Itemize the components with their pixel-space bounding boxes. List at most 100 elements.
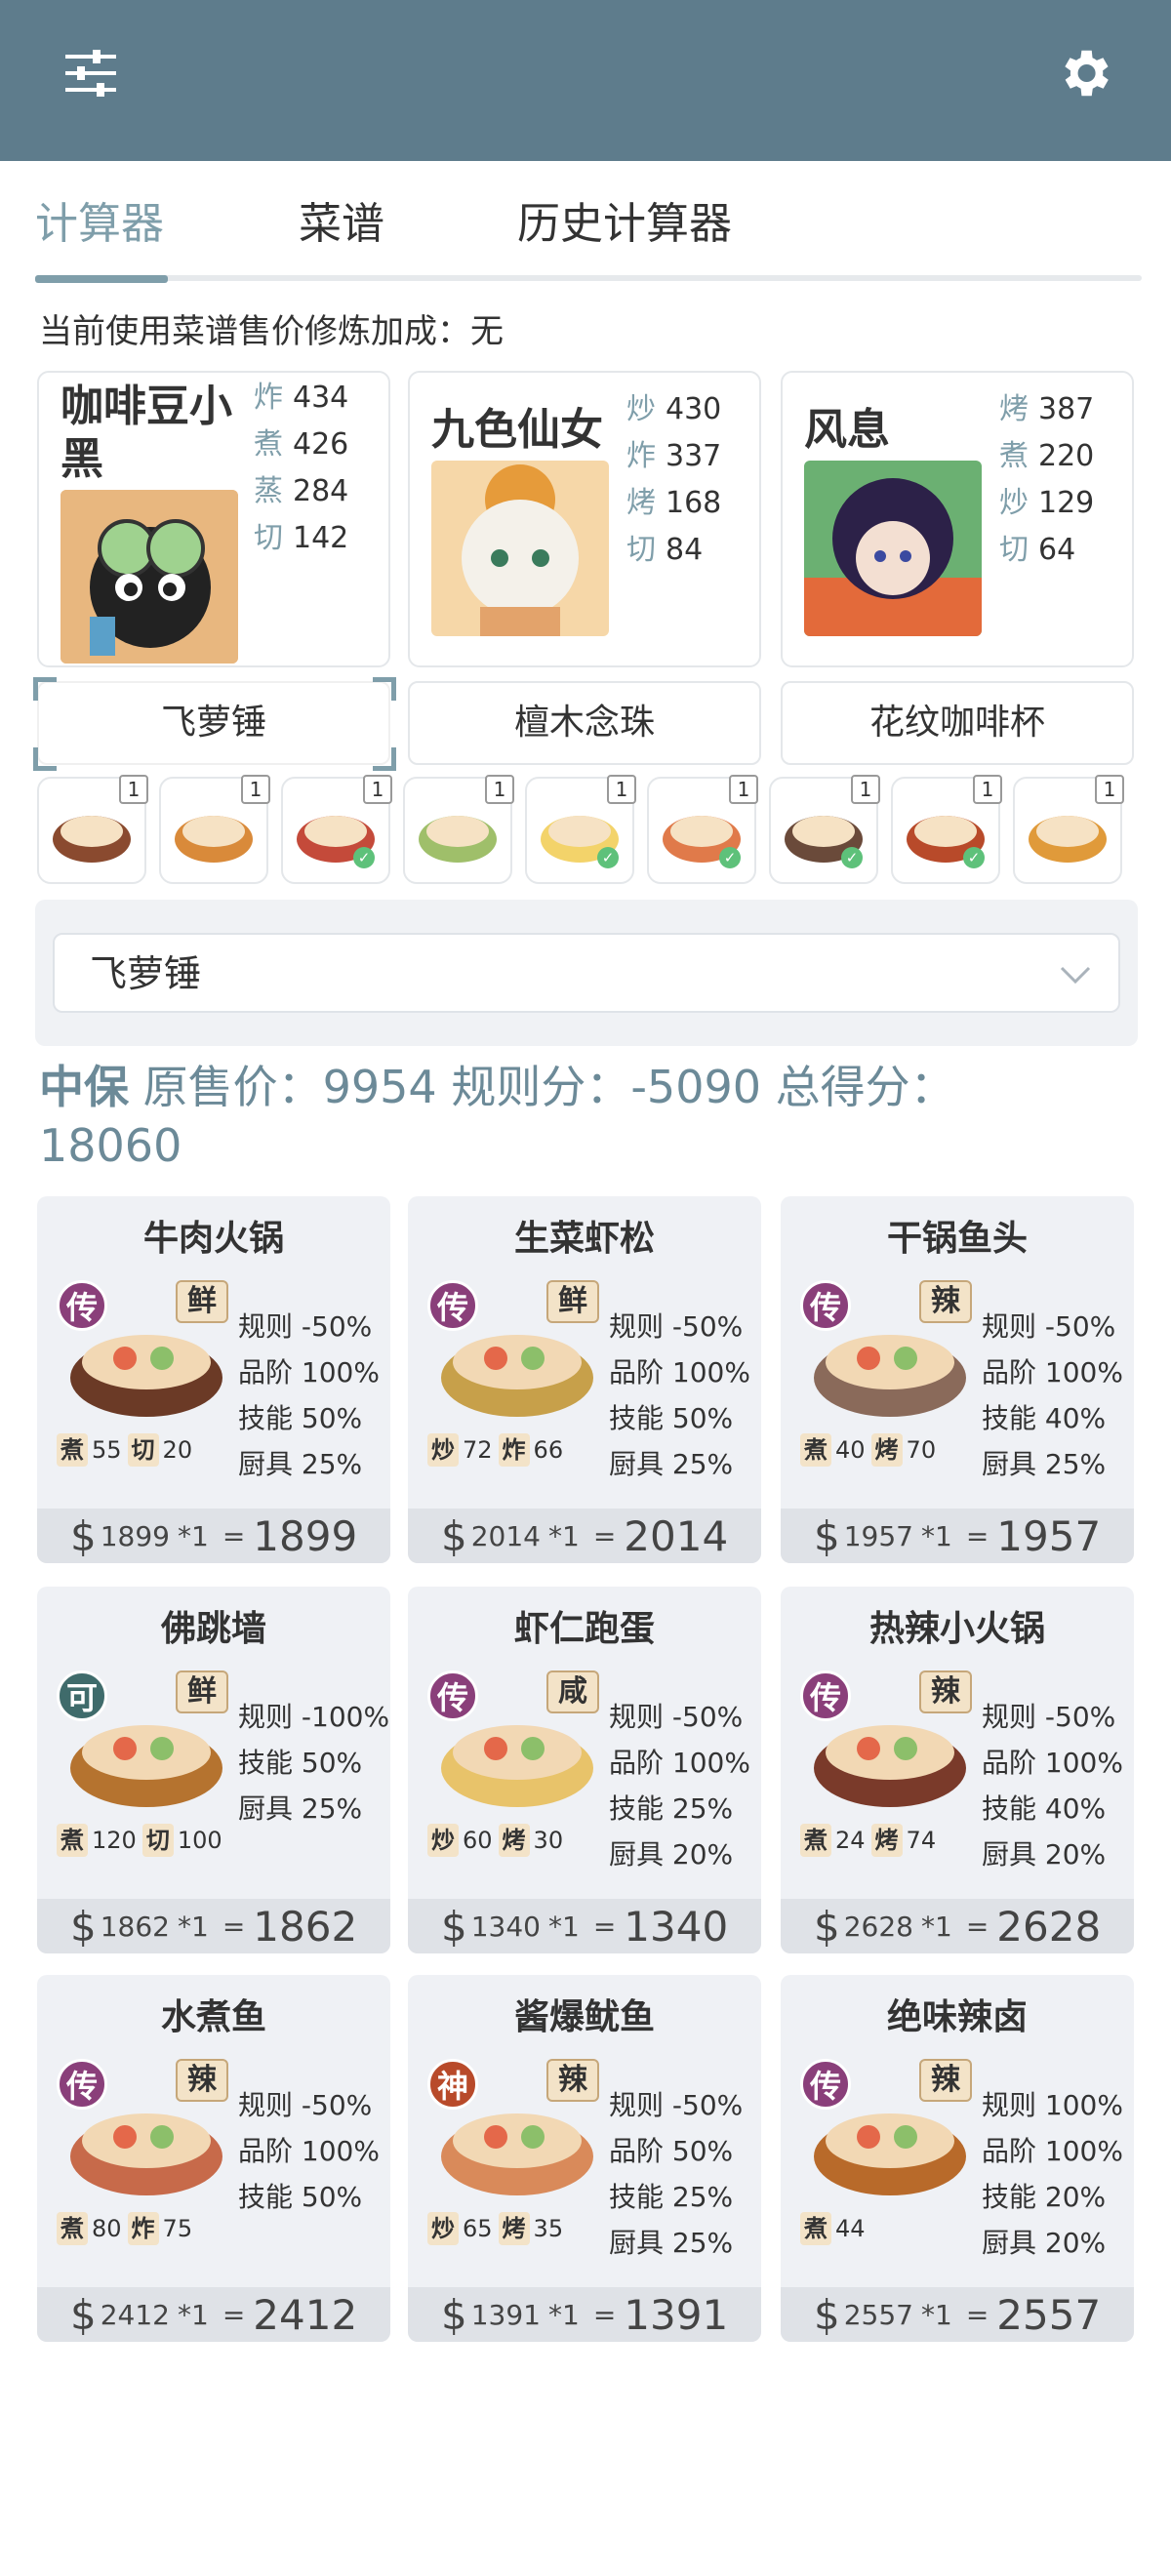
dish-thumbnail[interactable]: 1	[37, 775, 148, 884]
price-bar: $2014 *1 = 2014	[408, 1509, 761, 1563]
score-summary: 中保 原售价：9954 规则分：-5090 总得分： 18060	[39, 1058, 1142, 1175]
rarity-badge: 神	[427, 2059, 478, 2110]
dish-thumbnail[interactable]: 1 ✓	[769, 775, 880, 884]
chef-card[interactable]: 风息 烤 387 煮 220 炒 129 切 64	[781, 371, 1134, 667]
skill-requirement: 炒 65	[427, 2209, 493, 2248]
original-price-value: 9954	[322, 1061, 437, 1113]
equipment-dropdown[interactable]: 飞萝锤	[53, 933, 1120, 1013]
chef-avatar	[61, 490, 238, 664]
dish-name: 牛肉火锅	[142, 1219, 284, 1259]
modifier-list: 规则 100% 品阶 100% 技能 20% 厨具 20%	[982, 2082, 1123, 2266]
flavor-badge: 辣	[919, 1670, 972, 1713]
sliders-icon[interactable]	[59, 41, 123, 105]
dish-total: 1340	[624, 1902, 729, 1951]
skill-requirements: 煮 120 切 100	[57, 1821, 222, 1860]
check-icon: ✓	[841, 847, 863, 868]
dish-thumbnail[interactable]: 1 ✓	[281, 775, 392, 884]
check-icon: ✓	[719, 847, 741, 868]
modifier-line: 厨具 25%	[238, 1448, 363, 1480]
tab-recipes[interactable]: 菜谱	[299, 185, 384, 263]
dish-card[interactable]: 热辣小火锅传 辣规则 -50% 品阶 100% 技能 40% 厨具 20% 煮 24 烤 74 $…	[781, 1587, 1134, 1953]
quantity-badge: 1	[1095, 775, 1124, 804]
total-score-value: 18060	[39, 1119, 182, 1172]
equals-sign: =	[965, 1910, 989, 1943]
rarity-badge: 传	[57, 1280, 107, 1331]
equipment-slot-selected[interactable]: 飞萝锤	[37, 681, 390, 765]
chef-card[interactable]: 九色仙女 炒 430 炸 337 烤 168 切 84	[408, 371, 761, 667]
price-bar: $1862 *1 = 1862	[37, 1899, 390, 1953]
tab-active-indicator	[35, 275, 168, 283]
rarity-badge: 传	[57, 2059, 107, 2110]
dish-total: 2628	[996, 1902, 1102, 1951]
dish-thumbnail[interactable]: 1	[403, 775, 514, 884]
tab-history-calculator[interactable]: 历史计算器	[517, 185, 732, 263]
modifier-line: 厨具 25%	[609, 1448, 734, 1480]
skill-requirement: 炒 72	[427, 1430, 493, 1469]
quantity: *1	[921, 1910, 952, 1943]
dish-card[interactable]: 牛肉火锅传 鲜规则 -50% 品阶 100% 技能 50% 厨具 25% 煮 55 切 20 $1…	[37, 1196, 390, 1563]
quantity: *1	[178, 2298, 209, 2331]
modifier-line: 品阶 100%	[982, 2135, 1123, 2167]
skill-requirements: 炒 60 烤 30	[427, 1821, 563, 1860]
dish-name: 虾仁跑蛋	[513, 1609, 655, 1649]
gear-icon[interactable]	[1050, 39, 1118, 107]
unit-price: 1391	[470, 2298, 541, 2331]
check-icon: ✓	[597, 847, 619, 868]
skill-requirement: 烤 74	[870, 1821, 936, 1860]
dollar-icon: $	[70, 1902, 97, 1951]
flavor-badge: 辣	[546, 2059, 599, 2102]
modifier-line: 品阶 100%	[609, 1747, 750, 1779]
equals-sign: =	[222, 1910, 246, 1943]
dish-thumbnail[interactable]: 1 ✓	[525, 775, 636, 884]
rarity-badge: 传	[427, 1280, 478, 1331]
flavor-badge: 鲜	[176, 1670, 228, 1713]
modifier-line: 品阶 100%	[238, 1356, 380, 1389]
dish-card[interactable]: 生菜虾松传 鲜规则 -50% 品阶 100% 技能 50% 厨具 25% 炒 72 炸 66 $2…	[408, 1196, 761, 1563]
equipment-slot[interactable]: 花纹咖啡杯	[781, 681, 1134, 765]
dollar-icon: $	[70, 1511, 97, 1560]
dish-card[interactable]: 虾仁跑蛋传 咸规则 -50% 品阶 100% 技能 25% 厨具 20% 炒 60 烤 30 $1…	[408, 1587, 761, 1953]
modifier-line: 品阶 50%	[609, 2135, 734, 2167]
chef-name: 风息	[804, 405, 890, 455]
skill-requirement: 煮 44	[800, 2209, 866, 2248]
price-bar: $2412 *1 = 2412	[37, 2287, 390, 2342]
chef-card[interactable]: 咖啡豆小黑 炸 434 煮 426 蒸 284 切 142	[37, 371, 390, 667]
modifier-line: 技能 50%	[238, 1402, 363, 1434]
skill-requirements: 煮 55 切 20	[57, 1430, 192, 1469]
modifier-line: 厨具 25%	[238, 1792, 363, 1825]
tab-calculator[interactable]: 计算器	[35, 185, 164, 263]
original-price-label: 原售价：	[142, 1061, 323, 1113]
dish-thumbnail[interactable]: 1 ✓	[891, 775, 1002, 884]
quantity-badge: 1	[485, 775, 514, 804]
modifier-line: 品阶 100%	[238, 2135, 380, 2167]
dish-card[interactable]: 水煮鱼传辣规则 -50% 品阶 100% 技能 50% 煮 80 炸 75 $2412 *1 = 2…	[37, 1975, 390, 2342]
dish-thumbnail[interactable]: 1	[159, 775, 270, 884]
skill-requirement: 切 100	[141, 1821, 222, 1860]
modifier-line: 品阶 100%	[982, 1747, 1123, 1779]
skill-requirement: 煮 24	[800, 1821, 866, 1860]
equipment-slot[interactable]: 檀木念珠	[408, 681, 761, 765]
modifier-line: 品阶 100%	[982, 1356, 1123, 1389]
total-score-label: 总得分：	[775, 1061, 955, 1113]
quantity: *1	[548, 1519, 580, 1552]
dish-thumbnail[interactable]: 1 ✓	[647, 775, 758, 884]
chevron-down-icon	[1058, 956, 1093, 995]
dish-card[interactable]: 酱爆鱿鱼神 辣规则 -50% 品阶 50% 技能 25% 厨具 25% 炒 65 烤 35 $13…	[408, 1975, 761, 2342]
dish-card[interactable]: 绝味辣卤传 辣规则 100% 品阶 100% 技能 20% 厨具 20% 煮 44 $2557…	[781, 1975, 1134, 2342]
selection-corner	[33, 747, 57, 771]
dish-card[interactable]: 佛跳墙可鲜规则 -100% 技能 50% 厨具 25% 煮 120 切 100 $1862 *1…	[37, 1587, 390, 1953]
quantity-badge: 1	[119, 775, 148, 804]
rarity-badge: 传	[800, 1670, 851, 1721]
modifier-line: 规则 -50%	[982, 1310, 1116, 1343]
chef-avatar	[431, 461, 609, 636]
skill-requirements: 炒 72 炸 66	[427, 1430, 563, 1469]
dish-card[interactable]: 干锅鱼头传 辣规则 -50% 品阶 100% 技能 40% 厨具 25% 煮 40 烤 70 $1…	[781, 1196, 1134, 1563]
dish-name: 佛跳墙	[160, 1609, 266, 1649]
selection-corner	[33, 677, 57, 701]
dish-thumbnail[interactable]: 1	[1013, 775, 1124, 884]
price-bar: $1391 *1 = 1391	[408, 2287, 761, 2342]
modifier-line: 品阶 100%	[609, 1356, 750, 1389]
modifier-line: 规则 -50%	[238, 2089, 373, 2121]
skill-requirement: 炸 75	[127, 2209, 192, 2248]
quantity: *1	[921, 2298, 952, 2331]
